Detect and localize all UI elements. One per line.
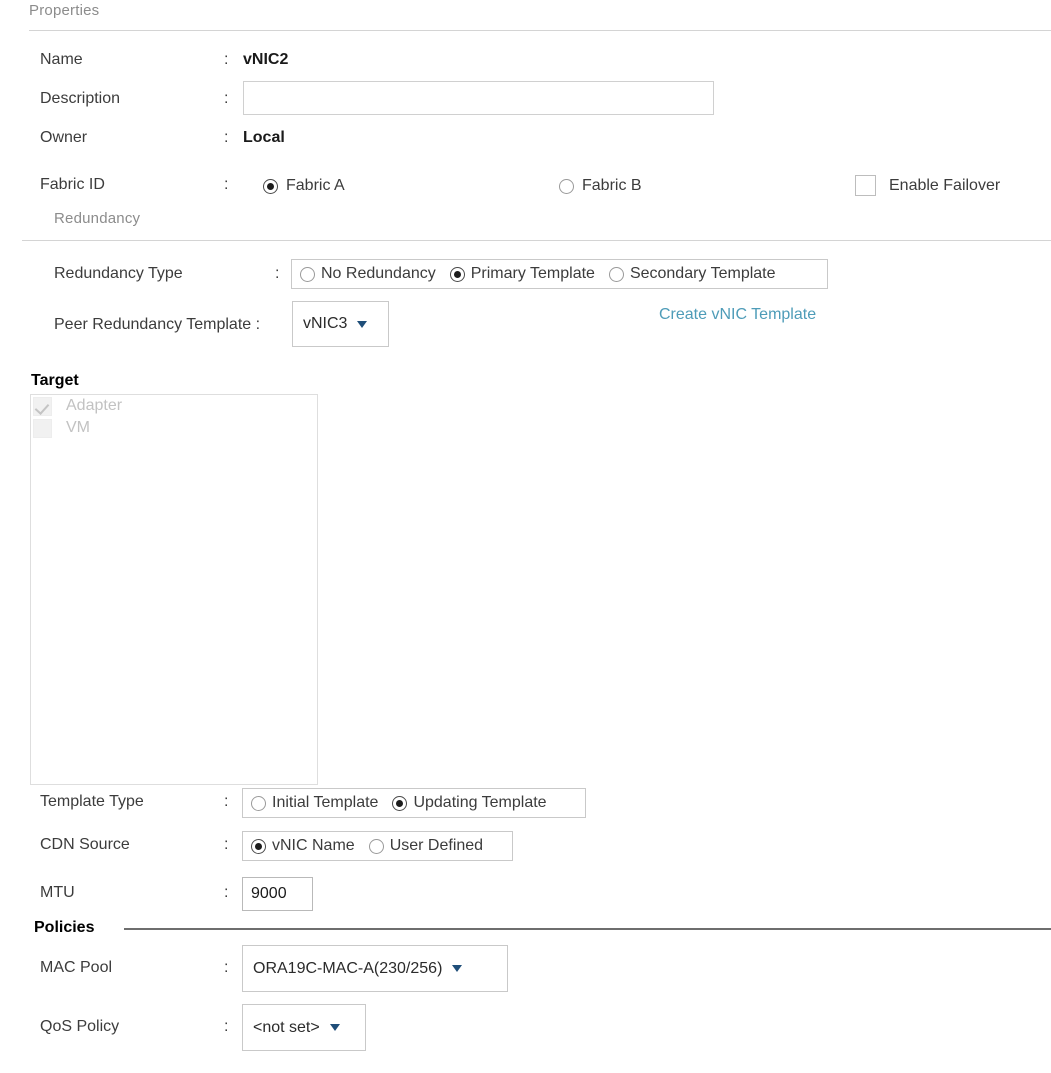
adapter-checkbox-icon	[33, 396, 52, 416]
updating-template-radio-icon[interactable]	[392, 795, 408, 811]
policies-section-divider	[124, 928, 1051, 930]
template-type-radio-group[interactable]: Initial Template Updating Template	[242, 788, 586, 818]
secondary-template-option[interactable]: Secondary Template	[608, 265, 776, 283]
fabric-b-radio-icon[interactable]	[559, 178, 574, 194]
redundancy-type-radio-group[interactable]: No Redundancy Primary Template Secondary…	[291, 259, 828, 289]
qos-policy-colon: :	[224, 1018, 229, 1035]
create-vnic-template-link[interactable]: Create vNIC Template	[659, 306, 816, 324]
primary-template-option[interactable]: Primary Template	[449, 265, 595, 283]
peer-redundancy-template-dropdown[interactable]: vNIC3	[292, 301, 389, 347]
vnic-name-radio-icon[interactable]	[251, 838, 266, 854]
target-list-item-vm: VM	[31, 417, 317, 439]
vnic-name-label: vNIC Name	[272, 837, 355, 854]
initial-template-label: Initial Template	[272, 794, 379, 811]
description-label: Description	[40, 90, 121, 107]
vnic-name-option[interactable]: vNIC Name	[251, 837, 355, 855]
initial-template-radio-icon[interactable]	[251, 795, 266, 811]
chevron-down-icon[interactable]	[452, 965, 463, 972]
enable-failover-checkbox-icon[interactable]	[855, 175, 876, 196]
qos-policy-dropdown[interactable]: <not set>	[242, 1004, 366, 1051]
fabric-a-label: Fabric A	[286, 177, 345, 194]
template-type-colon: :	[224, 793, 229, 810]
secondary-template-label: Secondary Template	[629, 265, 776, 282]
owner-value: Local	[243, 129, 285, 146]
mac-pool-value: ORA19C-MAC-A(230/256)	[253, 959, 443, 977]
user-defined-label: User Defined	[389, 837, 484, 854]
fabric-a-radio-option[interactable]: Fabric A	[263, 177, 345, 195]
user-defined-radio-icon[interactable]	[368, 838, 384, 854]
owner-colon: :	[224, 129, 229, 146]
cdn-source-label: CDN Source	[40, 836, 130, 853]
qos-policy-label: QoS Policy	[40, 1018, 120, 1035]
no-redundancy-option[interactable]: No Redundancy	[300, 265, 436, 283]
fabric-id-label: Fabric ID	[40, 176, 105, 193]
no-redundancy-label: No Redundancy	[321, 265, 436, 282]
cdn-source-colon: :	[224, 836, 229, 853]
target-list[interactable]: Adapter VM	[30, 394, 318, 785]
primary-template-radio-icon[interactable]	[449, 266, 465, 282]
chevron-down-icon[interactable]	[329, 1024, 340, 1031]
target-section-title: Target	[31, 372, 79, 389]
mtu-label: MTU	[40, 884, 75, 901]
name-label: Name	[40, 51, 83, 68]
updating-template-option[interactable]: Updating Template	[392, 794, 547, 812]
adapter-label: Adapter	[66, 397, 123, 414]
peer-redundancy-template-label: Peer Redundancy Template :	[54, 316, 261, 333]
description-input[interactable]	[243, 81, 714, 115]
redundancy-section-divider	[22, 240, 1051, 241]
mtu-colon: :	[224, 884, 229, 901]
name-colon: :	[224, 51, 229, 68]
name-value: vNIC2	[243, 51, 289, 68]
redundancy-type-label: Redundancy Type	[54, 265, 183, 282]
qos-policy-value: <not set>	[253, 1018, 320, 1036]
fabric-b-radio-option[interactable]: Fabric B	[559, 177, 642, 195]
primary-template-label: Primary Template	[470, 265, 595, 282]
properties-section-title: Properties	[29, 2, 100, 19]
mac-pool-dropdown[interactable]: ORA19C-MAC-A(230/256)	[242, 945, 508, 992]
template-type-label: Template Type	[40, 793, 144, 810]
enable-failover-label: Enable Failover	[889, 176, 1001, 194]
target-list-item-adapter: Adapter	[31, 395, 317, 417]
fabric-a-radio-icon[interactable]	[263, 178, 278, 194]
vnic-template-properties-page: Properties Name : vNIC2 Description : Ow…	[0, 0, 1051, 1073]
redundancy-type-colon: :	[275, 265, 280, 282]
redundancy-section-title: Redundancy	[54, 210, 141, 227]
properties-section-divider	[29, 30, 1051, 31]
secondary-template-radio-icon[interactable]	[608, 266, 624, 282]
mtu-input[interactable]	[242, 877, 313, 911]
peer-redundancy-template-value: vNIC3	[303, 315, 348, 332]
vm-label: VM	[66, 419, 90, 436]
mac-pool-label: MAC Pool	[40, 959, 113, 976]
initial-template-option[interactable]: Initial Template	[251, 794, 378, 812]
enable-failover-option[interactable]: Enable Failover	[855, 175, 1000, 196]
vm-checkbox-icon	[33, 418, 52, 438]
fabric-b-label: Fabric B	[582, 177, 642, 194]
mac-pool-colon: :	[224, 959, 229, 976]
description-colon: :	[224, 90, 229, 107]
updating-template-label: Updating Template	[413, 794, 547, 811]
no-redundancy-radio-icon[interactable]	[300, 266, 315, 282]
cdn-source-radio-group[interactable]: vNIC Name User Defined	[242, 831, 513, 861]
policies-section-title: Policies	[34, 919, 95, 936]
chevron-down-icon[interactable]	[357, 320, 368, 328]
owner-label: Owner	[40, 129, 88, 146]
user-defined-option[interactable]: User Defined	[368, 837, 484, 855]
fabric-id-colon: :	[224, 176, 229, 193]
